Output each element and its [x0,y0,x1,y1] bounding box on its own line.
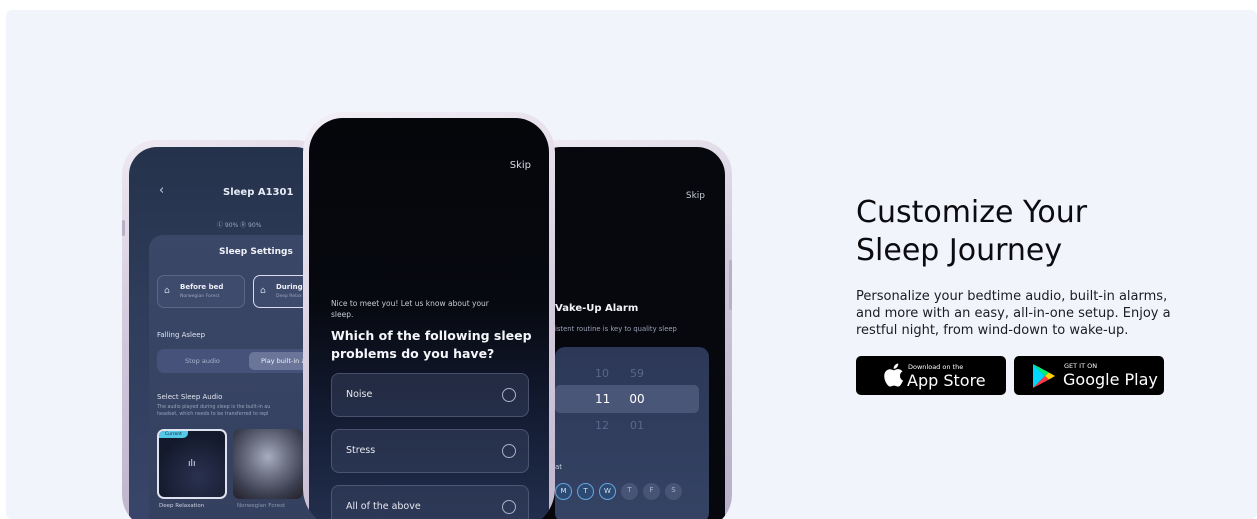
hour: 12 [595,419,609,432]
option-sub: Norwegian Forest [180,294,220,299]
answer-label: Stress [346,445,376,456]
option-name: Before bed [180,283,224,291]
sleep-settings-panel: Sleep Settings ⌂ Before bed Norwegian Fo… [149,235,323,519]
minute: 00 [629,392,645,406]
question-title: problems do you have? [331,346,495,361]
google-play-logo-icon [1033,364,1055,388]
phone-screen: ‹ Sleep A1301 Ⓛ 90% Ⓡ 90% Sleep Settings… [129,147,323,519]
audio-description: headset, which needs to be transferred t… [157,412,269,417]
phone-sleep-questionnaire: Skip Nice to meet you! Let us know about… [303,112,555,519]
skip-button[interactable]: Skip [686,191,705,201]
current-badge: Current [159,431,188,438]
audio-description: The audio played during sleep is the bui… [157,405,271,410]
description-line: and more with an easy, all-in-one setup.… [856,306,1171,321]
app-store-small-label: Download on the [908,363,964,371]
skip-button[interactable]: Skip [510,160,531,171]
google-play-small-label: GET IT ON [1064,362,1098,370]
bed-icon: ⌂ [260,286,266,296]
answer-option-noise[interactable]: Noise [331,373,529,417]
question-title: Which of the following sleep [331,328,532,343]
description-line: Personalize your bedtime audio, built-in… [856,289,1168,304]
radio-circle-icon[interactable] [502,444,516,458]
day-toggle[interactable]: S [665,483,682,500]
hour: 10 [595,367,609,380]
repeat-label: at [555,463,563,471]
bed-icon: ⌂ [164,286,170,296]
alarm-subtitle: istent routine is key to quality sleep [555,325,677,333]
description-line: restful night, from wind-down to wake-up… [856,323,1129,338]
radio-circle-icon[interactable] [502,388,516,402]
falling-asleep-label: Falling Asleep [157,331,206,339]
google-play-label: Google Play [1063,370,1158,389]
hero-description: Personalize your bedtime audio, built-in… [856,288,1206,339]
phone-wake-up-alarm: Skip Vake-Up Alarm istent routine is key… [526,140,732,519]
intro-text: Nice to meet you! Let us know about your [331,299,489,308]
phone-screen: Skip Vake-Up Alarm istent routine is key… [533,147,725,519]
back-icon[interactable]: ‹ [159,183,164,198]
phone-screen: Skip Nice to meet you! Let us know about… [309,118,549,519]
battery-stats: Ⓛ 90% Ⓡ 90% [217,222,262,229]
equalizer-icon: ılı [188,459,196,469]
day-toggle[interactable]: W [599,483,616,500]
day-toggle[interactable]: T [621,483,638,500]
thumb-caption: Norwegian Forest [237,503,286,509]
time-row: 12 01 [595,419,644,432]
answer-option-all[interactable]: All of the above [331,485,529,519]
radio-circle-icon[interactable] [502,500,516,514]
time-row: 10 59 [595,367,644,380]
answer-label: Noise [346,389,373,400]
day-toggle[interactable]: T [577,483,594,500]
hour: 11 [595,392,611,406]
day-toggle[interactable]: F [643,483,660,500]
apple-logo-icon [884,363,903,387]
app-store-label: App Store [907,371,986,390]
audio-thumb-deep-relaxation[interactable]: Current ılı [157,429,227,499]
panel-title: Sleep Settings [219,247,293,257]
phone-sleep-settings: ‹ Sleep A1301 Ⓛ 90% Ⓡ 90% Sleep Settings… [122,140,330,519]
alarm-title: Vake-Up Alarm [555,303,639,314]
audio-thumb-norwegian-forest[interactable] [233,429,303,499]
intro-text: sleep. [331,310,354,319]
day-toggle[interactable]: M [555,483,572,500]
title-line: Customize Your [856,195,1088,230]
minute: 01 [629,419,644,432]
select-audio-label: Select Sleep Audio [157,393,223,401]
option-sub: Deep Relax [276,294,302,299]
google-play-button[interactable]: GET IT ON Google Play [1014,356,1164,395]
minute: 59 [629,367,644,380]
app-store-button[interactable]: Download on the App Store [856,356,1006,395]
stop-audio-option[interactable]: Stop audio [185,357,220,365]
option-before-bed[interactable]: ⌂ Before bed Norwegian Forest [157,275,245,308]
hero-section: ‹ Sleep A1301 Ⓛ 90% Ⓡ 90% Sleep Settings… [6,10,1257,519]
device-title: Sleep A1301 [223,187,294,198]
falling-asleep-segment: Stop audio Play built-in a [157,349,323,373]
time-row-selected: 11 00 [595,392,645,406]
answer-option-stress[interactable]: Stress [331,429,529,473]
thumb-caption: Deep Relaxation [159,503,205,509]
title-line: Sleep Journey [856,233,1063,268]
page-title: Customize Your Sleep Journey [856,194,1087,270]
answer-label: All of the above [346,501,421,512]
